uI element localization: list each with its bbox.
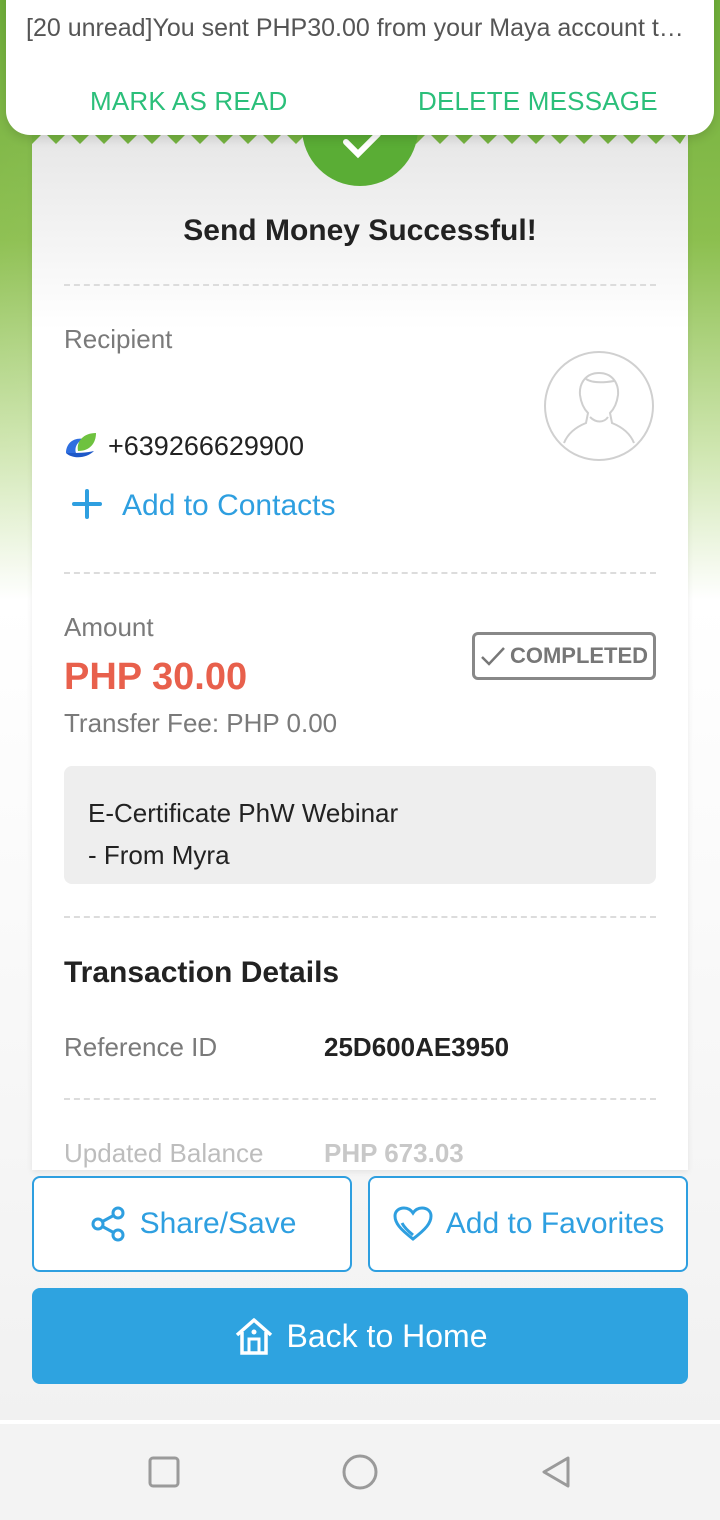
delete-message-button[interactable]: DELETE MESSAGE <box>418 86 658 117</box>
recipient-number: +639266629900 <box>108 430 304 461</box>
back-nav-icon[interactable] <box>538 1454 574 1490</box>
back-to-home-label: Back to Home <box>286 1317 488 1354</box>
recent-apps-icon[interactable] <box>146 1454 182 1490</box>
updated-balance-label: Updated Balance <box>64 1138 264 1168</box>
heart-icon <box>393 1206 433 1241</box>
home-icon <box>235 1318 272 1355</box>
status-badge: COMPLETED <box>472 632 656 680</box>
checkmark-icon <box>481 647 505 666</box>
amount-label: Amount <box>64 612 154 642</box>
mark-as-read-button[interactable]: MARK AS READ <box>90 86 287 117</box>
status-text: COMPLETED <box>509 643 649 668</box>
recipient-avatar <box>544 351 654 461</box>
maya-logo-icon <box>66 433 96 458</box>
share-save-button[interactable]: Share/Save <box>32 1176 352 1272</box>
divider <box>64 572 656 574</box>
add-to-contacts-label: Add to Contacts <box>122 489 336 522</box>
transfer-note: E-Certificate PhW Webinar - From Myra <box>64 766 656 884</box>
transaction-details-title: Transaction Details <box>64 956 340 989</box>
reference-id-value: 25D600AE3950 <box>324 1032 510 1062</box>
success-check-icon <box>302 130 418 186</box>
transfer-fee: Transfer Fee: PHP 0.00 <box>64 708 338 738</box>
home-nav-icon[interactable] <box>340 1452 380 1492</box>
receipt-card: Send Money Successful! Recipient +639266… <box>32 130 688 1170</box>
back-to-home-button[interactable]: Back to Home <box>32 1288 688 1384</box>
share-save-label: Share/Save <box>139 1207 297 1240</box>
divider <box>64 1098 656 1100</box>
system-navigation-bar <box>0 1424 720 1520</box>
share-icon <box>91 1206 125 1242</box>
person-silhouette-icon <box>563 372 635 444</box>
note-line: - From Myra <box>88 840 230 870</box>
page-title: Send Money Successful! <box>183 214 537 247</box>
divider <box>64 916 656 918</box>
amount-value: PHP 30.00 <box>64 656 248 698</box>
recipient-label: Recipient <box>64 324 173 354</box>
recipient-number-row: +639266629900 <box>64 428 304 464</box>
add-to-favorites-label: Add to Favorites <box>445 1207 665 1240</box>
plus-icon <box>72 488 108 524</box>
add-to-contacts-button[interactable]: Add to Contacts <box>72 488 335 524</box>
updated-balance-value: PHP 673.03 <box>324 1138 464 1168</box>
notification-banner[interactable]: [20 unread]You sent PHP30.00 from your M… <box>6 0 714 135</box>
divider <box>64 284 656 286</box>
notification-message: [20 unread]You sent PHP30.00 from your M… <box>26 14 696 42</box>
add-to-favorites-button[interactable]: Add to Favorites <box>368 1176 688 1272</box>
reference-id-label: Reference ID <box>64 1032 218 1062</box>
note-line: E-Certificate PhW Webinar <box>88 798 399 828</box>
